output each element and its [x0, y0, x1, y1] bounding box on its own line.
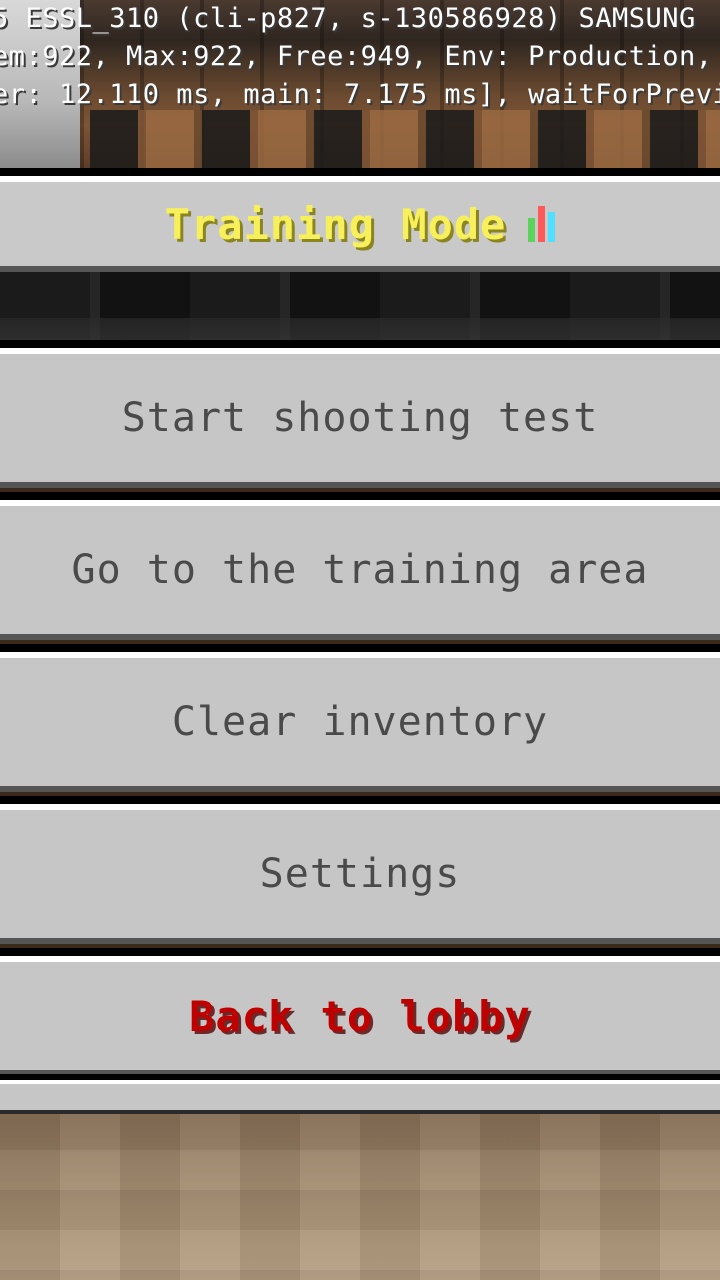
- menu-title-text: Training Mode: [164, 199, 507, 249]
- go-to-training-area-label: Go to the training area: [71, 547, 649, 593]
- menu-title-panel: Training Mode: [0, 168, 720, 272]
- debug-line-renderer: 5 ESSL_310 (cli-p827, s-130586928) SAMSU…: [0, 3, 696, 34]
- world-background-gap: [0, 272, 720, 348]
- world-floor: [0, 1110, 720, 1280]
- game-screen: 5 ESSL_310 (cli-p827, s-130586928) SAMSU…: [0, 0, 720, 1280]
- debug-line-timing: er: 12.110 ms, main: 7.175 ms], waitForP…: [0, 79, 720, 110]
- settings-button[interactable]: Settings: [0, 796, 720, 944]
- clear-inventory-label: Clear inventory: [171, 699, 549, 745]
- start-shooting-test-button[interactable]: Start shooting test: [0, 340, 720, 488]
- go-to-training-area-button[interactable]: Go to the training area: [0, 492, 720, 640]
- settings-label: Settings: [259, 851, 461, 897]
- glitch-mark-icon: [528, 206, 556, 242]
- menu-footer-strip: [0, 1074, 720, 1114]
- debug-line-memory: em:922, Max:922, Free:949, Env: Producti…: [0, 41, 720, 72]
- clear-inventory-button[interactable]: Clear inventory: [0, 644, 720, 792]
- start-shooting-test-label: Start shooting test: [121, 395, 599, 441]
- menu-title: Training Mode: [165, 200, 556, 249]
- back-to-lobby-label: Back to lobby: [189, 991, 531, 1041]
- back-to-lobby-button[interactable]: Back to lobby: [0, 948, 720, 1076]
- debug-overlay: 5 ESSL_310 (cli-p827, s-130586928) SAMSU…: [0, 0, 720, 114]
